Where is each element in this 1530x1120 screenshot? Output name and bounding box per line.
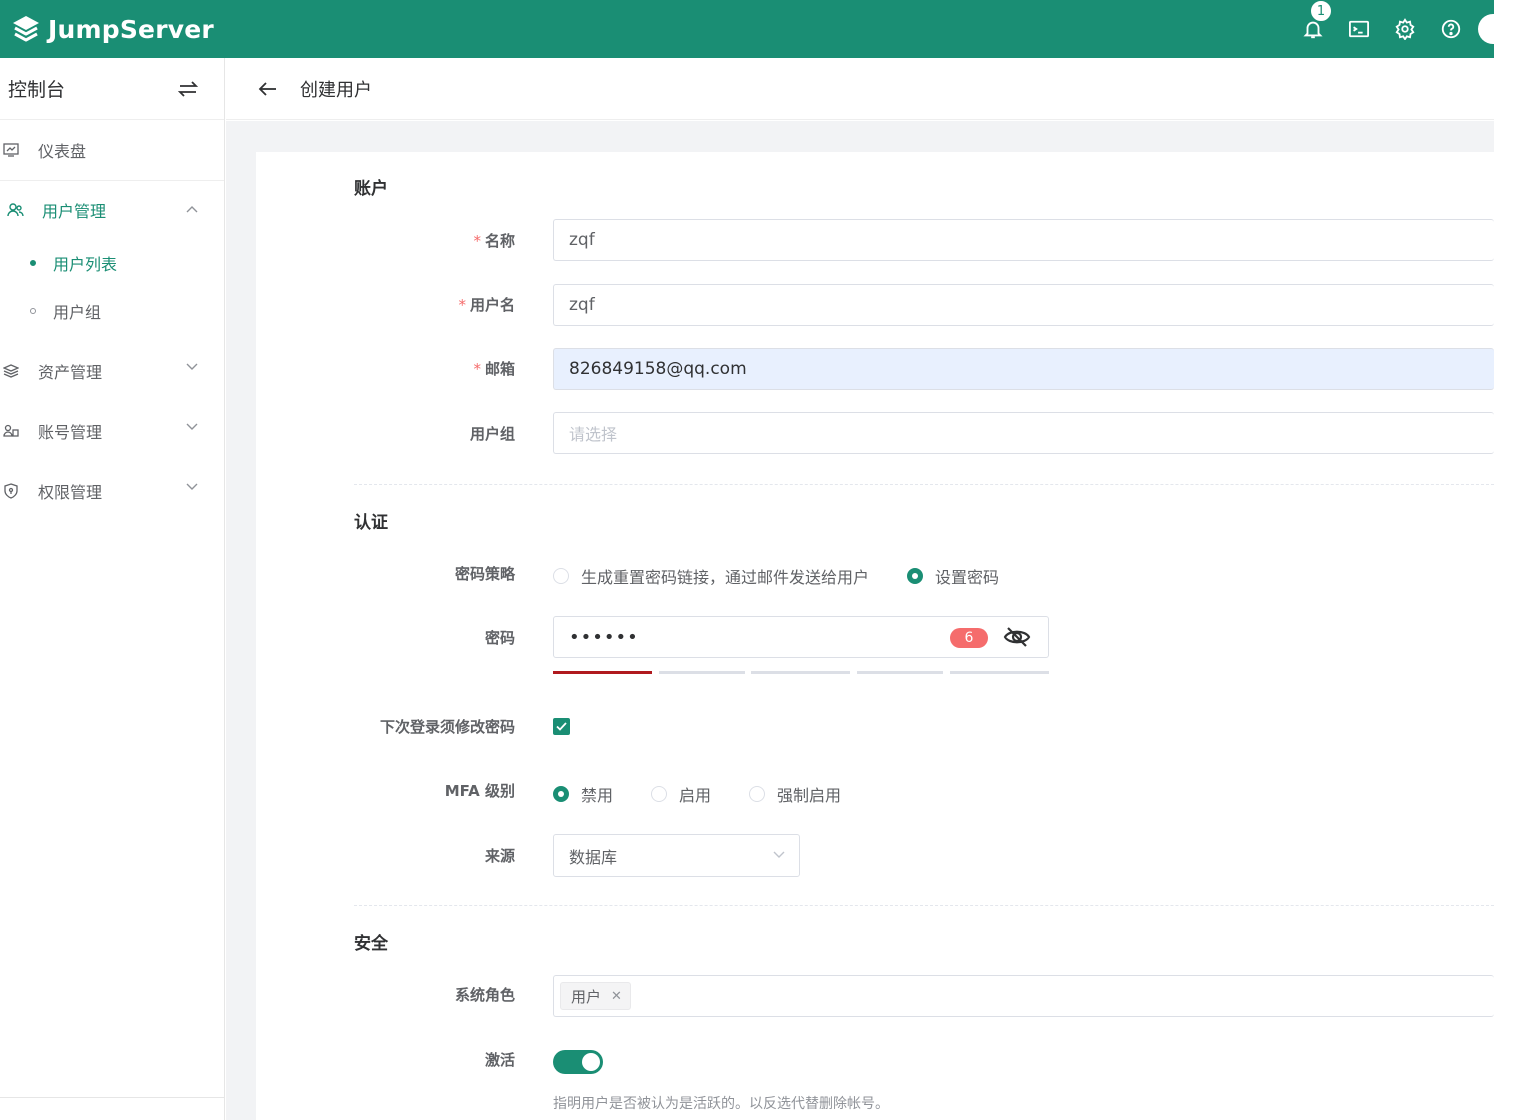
username-input[interactable]: zqf (553, 284, 1494, 326)
notifications-button[interactable]: 1 (1290, 0, 1336, 58)
sidebar: 控制台 仪表盘 用户管理 用户列表 用户组 资产管理 账号管理 权限管理 (0, 58, 225, 1120)
close-icon[interactable]: ✕ (611, 989, 622, 1004)
is-active-hint: 指明用户是否被认为是活跃的。以反选代替删除帐号。 (553, 1096, 889, 1112)
mfa-level-label: MFA 级别 (444, 782, 515, 800)
mfa-level-radio-group: 禁用 启用 强制启用 (553, 782, 841, 806)
system-roles-select[interactable]: 用户 ✕ (553, 975, 1494, 1017)
bullet-icon (30, 260, 36, 266)
password-input[interactable]: •••••• 6 (553, 616, 1049, 658)
sidebar-item-label: 账号管理 (38, 423, 103, 442)
sidebar-item-account-management[interactable]: 账号管理 (0, 401, 224, 461)
user-group-label: 用户组 (469, 425, 515, 443)
sidebar-item-dashboard[interactable]: 仪表盘 (0, 120, 224, 180)
radio-mfa-enabled[interactable]: 启用 (651, 782, 711, 806)
accounts-icon (2, 422, 20, 440)
assets-icon (2, 362, 20, 380)
radio-email-reset-link[interactable]: 生成重置密码链接，通过邮件发送给用户 (553, 564, 869, 588)
is-active-switch[interactable] (553, 1050, 603, 1074)
logo-icon (13, 16, 39, 42)
page-title: 创建用户 (300, 79, 372, 101)
is-active-label: 激活 (484, 1051, 515, 1069)
password-length-badge: 6 (950, 628, 988, 648)
sidebar-bottom-divider (0, 1097, 224, 1098)
section-divider (354, 484, 1494, 485)
switch-view-icon[interactable] (178, 80, 198, 98)
gear-icon (1395, 18, 1415, 40)
need-update-password-checkbox[interactable] (553, 718, 570, 735)
page-header: 创建用户 (226, 58, 1494, 120)
dashboard-icon (2, 141, 20, 159)
sidebar-item-permission-management[interactable]: 权限管理 (0, 461, 224, 521)
bullet-icon (30, 308, 36, 314)
permission-icon (2, 482, 20, 500)
username-label: * 用户名 (458, 296, 515, 314)
sidebar-subitem-label: 用户组 (53, 303, 102, 322)
toggle-password-visibility[interactable] (1003, 625, 1031, 653)
chevron-down-icon (186, 423, 198, 430)
help-icon (1441, 19, 1461, 39)
back-button[interactable] (258, 81, 278, 97)
system-roles-label: 系统角色 (454, 986, 515, 1004)
section-divider (354, 905, 1494, 906)
sidebar-subitem-user-list[interactable]: 用户列表 (0, 239, 224, 287)
password-strength-bar-5 (950, 671, 1049, 674)
arrow-left-icon (258, 81, 276, 96)
password-strategy-radio-group: 生成重置密码链接，通过邮件发送给用户 设置密码 (553, 564, 999, 588)
help-button[interactable] (1428, 0, 1474, 58)
sidebar-item-asset-management[interactable]: 资产管理 (0, 341, 224, 401)
check-icon (556, 722, 567, 731)
sidebar-item-label: 资产管理 (38, 363, 103, 382)
terminal-icon (1349, 20, 1369, 38)
users-icon (6, 201, 24, 219)
password-strength-bar-4 (857, 671, 943, 674)
sidebar-item-label: 用户管理 (42, 202, 107, 221)
source-label: 来源 (484, 847, 515, 865)
password-strength-bar-3 (751, 671, 850, 674)
section-title-security: 安全 (354, 934, 388, 954)
sidebar-title: 控制台 (8, 79, 66, 101)
radio-mfa-disabled[interactable]: 禁用 (553, 782, 613, 806)
user-group-select[interactable]: 请选择 (553, 412, 1494, 454)
eye-off-icon (1003, 627, 1031, 647)
logo[interactable]: JumpServer (10, 13, 214, 45)
chevron-down-icon (773, 851, 785, 858)
name-label: * 名称 (473, 232, 515, 250)
password-label: 密码 (484, 629, 515, 647)
chevron-down-icon (186, 483, 198, 490)
brand-name: JumpServer (48, 14, 214, 44)
avatar[interactable] (1478, 14, 1494, 44)
role-tag: 用户 ✕ (560, 982, 631, 1010)
web-terminal-button[interactable] (1336, 0, 1382, 58)
sidebar-item-user-management[interactable]: 用户管理 (0, 181, 224, 239)
email-label: * 邮箱 (473, 360, 515, 378)
password-strength-bar-2 (659, 671, 745, 674)
top-bar: JumpServer 1 (0, 0, 1494, 58)
section-title-auth: 认证 (354, 513, 388, 533)
notification-badge: 1 (1310, 0, 1332, 22)
source-select[interactable]: 数据库 (553, 834, 800, 877)
password-strategy-label: 密码策略 (454, 565, 515, 583)
sidebar-subitem-user-group[interactable]: 用户组 (0, 287, 224, 335)
password-strength-bar-1 (553, 671, 652, 674)
sidebar-item-label: 权限管理 (38, 483, 103, 502)
name-input[interactable]: zqf (553, 219, 1494, 261)
section-title-account: 账户 (354, 179, 388, 199)
email-input[interactable]: 826849158@qq.com (553, 348, 1494, 390)
sidebar-item-label: 仪表盘 (38, 142, 87, 161)
need-update-password-label: 下次登录须修改密码 (379, 718, 515, 736)
radio-mfa-forced[interactable]: 强制启用 (749, 782, 841, 806)
password-value: •••••• (569, 626, 639, 648)
chevron-down-icon (186, 363, 198, 370)
chevron-up-icon (186, 206, 198, 213)
settings-button[interactable] (1382, 0, 1428, 58)
sidebar-subitem-label: 用户列表 (53, 255, 118, 274)
radio-set-password[interactable]: 设置密码 (907, 564, 999, 588)
